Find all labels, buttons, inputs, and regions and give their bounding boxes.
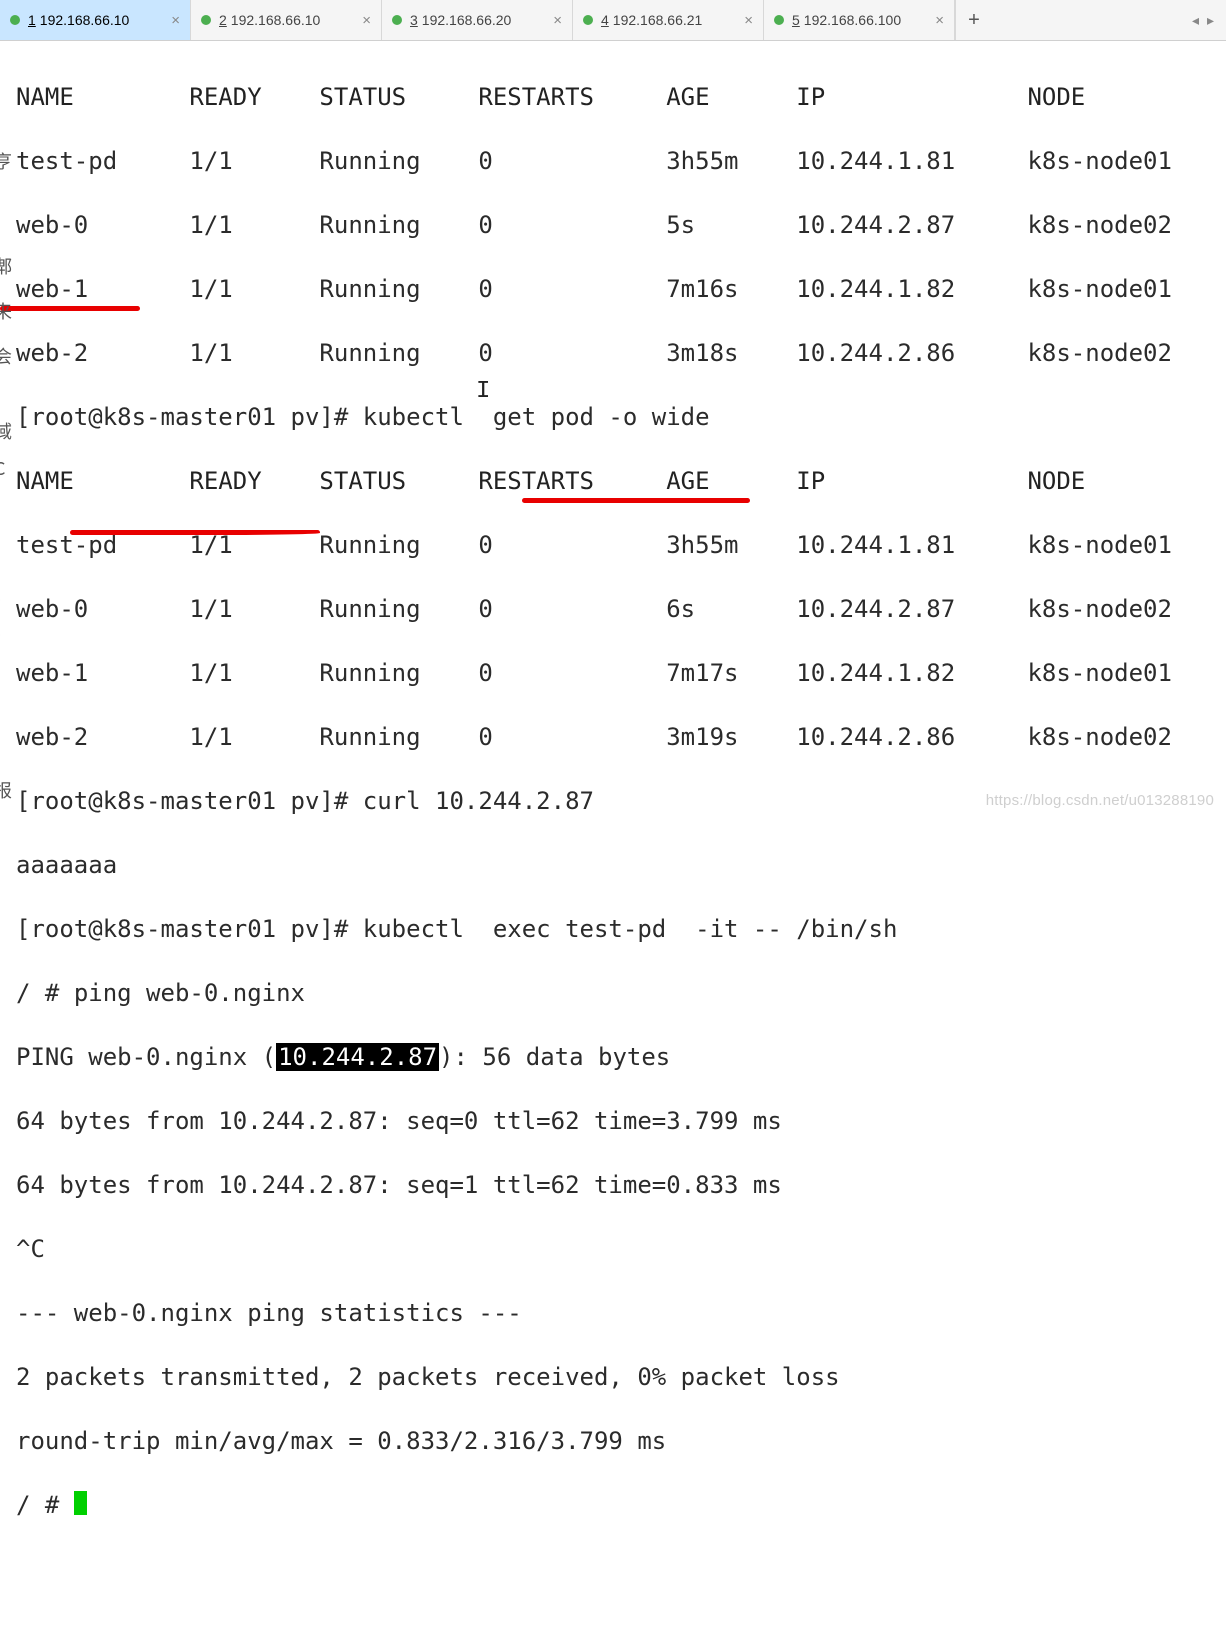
annotation-underline bbox=[70, 530, 320, 535]
tab-host: 192.168.66.21 bbox=[613, 12, 736, 28]
add-tab-button[interactable]: + bbox=[955, 0, 992, 40]
edge-glyph: 亨 bbox=[0, 148, 12, 174]
prompt-line: / # bbox=[16, 1489, 1226, 1521]
edge-glyph: 郫 bbox=[0, 253, 12, 279]
tab-5[interactable]: 5 192.168.66.100 × bbox=[764, 0, 955, 40]
edge-glyph: 域 bbox=[0, 418, 12, 444]
watermark: https://blog.csdn.net/u013288190 bbox=[986, 792, 1214, 809]
table-row: web-2 1/1 Running 0 3m19s 10.244.2.86 k8… bbox=[16, 721, 1226, 753]
tab-1[interactable]: 1 192.168.66.10 × bbox=[0, 0, 191, 40]
edge-glyph: 来 bbox=[0, 298, 12, 324]
terminal[interactable]: NAME READY STATUS RESTARTS AGE IP NODE N… bbox=[0, 41, 1226, 1634]
output-line: 64 bytes from 10.244.2.87: seq=0 ttl=62 … bbox=[16, 1105, 1226, 1137]
tab-number: 3 bbox=[410, 12, 418, 28]
command-line: [root@k8s-master01 pv]# kubectl exec tes… bbox=[16, 913, 1226, 945]
tab-number: 4 bbox=[601, 12, 609, 28]
close-icon[interactable]: × bbox=[362, 13, 371, 28]
tab-number: 2 bbox=[219, 12, 227, 28]
table-header: NAME READY STATUS RESTARTS AGE IP NODE N… bbox=[16, 465, 1226, 497]
output-line: --- web-0.nginx ping statistics --- bbox=[16, 1297, 1226, 1329]
output-line: ^C bbox=[16, 1233, 1226, 1265]
edge-glyph: C bbox=[0, 455, 5, 481]
annotation-underline bbox=[0, 306, 140, 311]
close-icon[interactable]: × bbox=[935, 13, 944, 28]
output-line: aaaaaaa bbox=[16, 849, 1226, 881]
tab-bar: 1 192.168.66.10 × 2 192.168.66.10 × 3 19… bbox=[0, 0, 1226, 41]
shell-line: / # ping web-0.nginx bbox=[16, 977, 1226, 1009]
edge-glyph: 会 bbox=[0, 343, 12, 369]
tab-2[interactable]: 2 192.168.66.10 × bbox=[191, 0, 382, 40]
table-header: NAME READY STATUS RESTARTS AGE IP NODE N… bbox=[16, 81, 1226, 113]
status-dot-icon bbox=[201, 15, 211, 25]
command-line: [root@k8s-master01 pv]# kubectl get pod … bbox=[16, 401, 1226, 433]
edge-glyph: 报 bbox=[0, 777, 12, 803]
tab-nav-right-icon[interactable]: ▸ bbox=[1207, 12, 1214, 29]
status-dot-icon bbox=[774, 15, 784, 25]
table-row: web-0 1/1 Running 0 6s 10.244.2.87 k8s-n… bbox=[16, 593, 1226, 625]
tab-host: 192.168.66.100 bbox=[804, 12, 927, 28]
tab-host: 192.168.66.10 bbox=[40, 12, 163, 28]
status-dot-icon bbox=[583, 15, 593, 25]
close-icon[interactable]: × bbox=[553, 13, 562, 28]
table-row: web-1 1/1 Running 0 7m17s 10.244.1.82 k8… bbox=[16, 657, 1226, 689]
tab-number: 1 bbox=[28, 12, 36, 28]
close-icon[interactable]: × bbox=[171, 13, 180, 28]
edge-glyph: 、 bbox=[0, 615, 12, 641]
close-icon[interactable]: × bbox=[744, 13, 753, 28]
tab-number: 5 bbox=[792, 12, 800, 28]
table-row: test-pd 1/1 Running 0 3h55m 10.244.1.81 … bbox=[16, 145, 1226, 177]
output-line: 64 bytes from 10.244.2.87: seq=1 ttl=62 … bbox=[16, 1169, 1226, 1201]
annotation-underline bbox=[522, 498, 750, 503]
table-row: web-1 1/1 Running 0 7m16s 10.244.1.82 k8… bbox=[16, 273, 1226, 305]
tab-nav-left-icon[interactable]: ◂ bbox=[1192, 12, 1199, 29]
tab-nav: ◂ ▸ bbox=[1180, 0, 1226, 40]
highlighted-ip: 10.244.2.87 bbox=[276, 1043, 439, 1071]
output-line: PING web-0.nginx (10.244.2.87): 56 data … bbox=[16, 1041, 1226, 1073]
tab-host: 192.168.66.20 bbox=[422, 12, 545, 28]
table-row: web-2 1/1 Running 0 3m18s 10.244.2.86 k8… bbox=[16, 337, 1226, 369]
table-row: web-0 1/1 Running 0 5s 10.244.2.87 k8s-n… bbox=[16, 209, 1226, 241]
tab-3[interactable]: 3 192.168.66.20 × bbox=[382, 0, 573, 40]
tab-4[interactable]: 4 192.168.66.21 × bbox=[573, 0, 764, 40]
tab-host: 192.168.66.10 bbox=[231, 12, 354, 28]
output-line: round-trip min/avg/max = 0.833/2.316/3.7… bbox=[16, 1425, 1226, 1457]
status-dot-icon bbox=[392, 15, 402, 25]
text-caret-icon: I bbox=[476, 376, 490, 408]
status-dot-icon bbox=[10, 15, 20, 25]
edge-glyph: 、 bbox=[0, 580, 12, 606]
output-line: 2 packets transmitted, 2 packets receive… bbox=[16, 1361, 1226, 1393]
cursor-icon bbox=[74, 1491, 87, 1515]
